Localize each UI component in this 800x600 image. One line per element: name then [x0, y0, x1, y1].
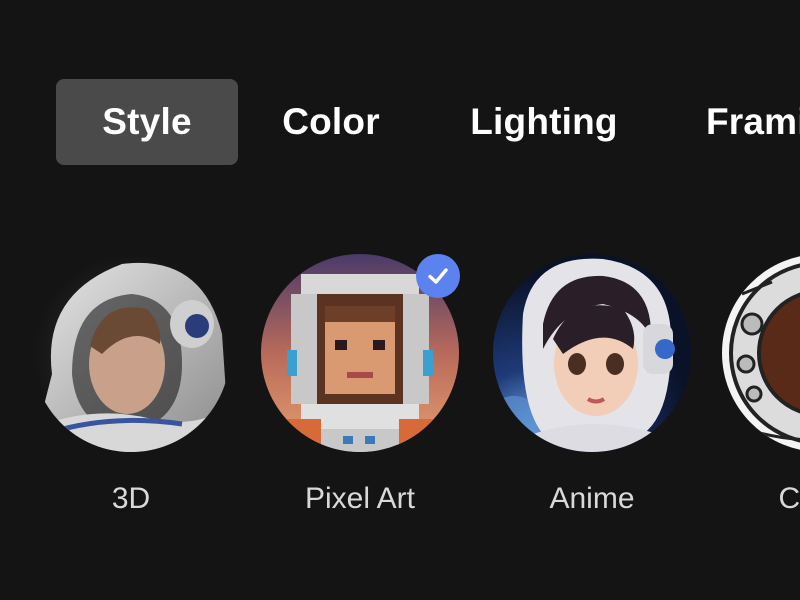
style-thumbnail-comic	[722, 254, 800, 452]
style-option-anime[interactable]: Anime	[493, 254, 691, 515]
tab-lighting[interactable]: Lighting	[444, 79, 644, 165]
style-option-label: 3D	[111, 482, 151, 515]
style-thumbnail-anime	[493, 254, 691, 452]
style-option-label: Comic	[778, 482, 800, 515]
style-option-label: Anime	[549, 482, 635, 515]
style-thumbnail-3d	[32, 254, 230, 452]
tab-color[interactable]: Color	[258, 79, 404, 165]
tab-style[interactable]: Style	[56, 79, 238, 165]
style-picker-screen: Style Color Lighting Framing	[0, 0, 800, 600]
tab-framing[interactable]: Framing	[684, 79, 800, 165]
style-option-3d[interactable]: 3D	[32, 254, 230, 515]
check-icon	[416, 254, 460, 298]
style-option-label: Pixel Art	[304, 482, 416, 515]
style-option-comic[interactable]: Comic	[722, 254, 800, 515]
